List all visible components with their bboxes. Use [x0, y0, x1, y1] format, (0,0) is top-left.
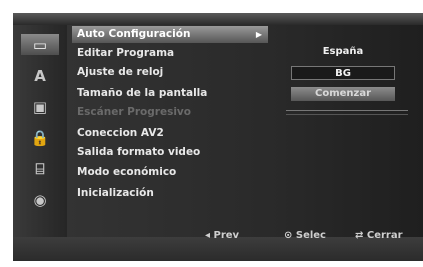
start-button[interactable]: Comenzar — [291, 87, 395, 101]
menu-item[interactable]: Auto Configuración ▶ — [72, 26, 268, 43]
disc-settings-icon[interactable]: ▭ — [21, 34, 59, 55]
menu-item-label: Inicialización — [77, 187, 154, 199]
menu-item-label: Coneccion AV2 — [77, 127, 164, 139]
system-value[interactable]: BG — [291, 66, 395, 80]
menu-item-label: Escáner Progresivo — [77, 106, 191, 118]
menu-item-label: Tamaño de la pantalla — [77, 87, 208, 99]
menu-item[interactable]: Salida formato video — [77, 144, 200, 161]
language-icon[interactable]: A — [21, 65, 59, 86]
menu-item-label: Modo económico — [77, 166, 177, 178]
menu-item[interactable]: Modo económico — [77, 164, 176, 181]
menu-item-label: Auto Configuración — [77, 28, 191, 40]
menu-item-label: Editar Programa — [77, 47, 175, 59]
menu-item[interactable]: Editar Programa — [77, 45, 174, 62]
menu-item: Escáner Progresivo — [77, 104, 191, 121]
lock-icon[interactable]: 🔒 — [21, 127, 59, 148]
close-hint[interactable]: ⇄ Cerrar — [355, 228, 403, 244]
menu-item-label: Ajuste de reloj — [77, 66, 164, 78]
top-bar — [13, 13, 423, 25]
divider — [286, 110, 408, 115]
menu-item[interactable]: Inicialización — [77, 185, 154, 202]
menu-item-label: Salida formato video — [77, 146, 201, 158]
submenu-arrow-icon: ▶ — [255, 30, 262, 39]
country-value[interactable]: España — [291, 45, 395, 59]
audio-icon[interactable]: ▣ — [21, 96, 59, 117]
menu-item[interactable]: Tamaño de la pantalla — [77, 85, 207, 102]
prev-hint[interactable]: ◂ Prev — [205, 228, 239, 244]
disc-icon[interactable]: ◉ — [21, 189, 59, 210]
menu-item[interactable]: Ajuste de reloj — [77, 64, 163, 81]
select-hint[interactable]: ⊙ Selec — [284, 228, 326, 244]
recording-icon[interactable]: ⌸ — [21, 158, 59, 179]
menu-item[interactable]: Coneccion AV2 — [77, 125, 164, 142]
